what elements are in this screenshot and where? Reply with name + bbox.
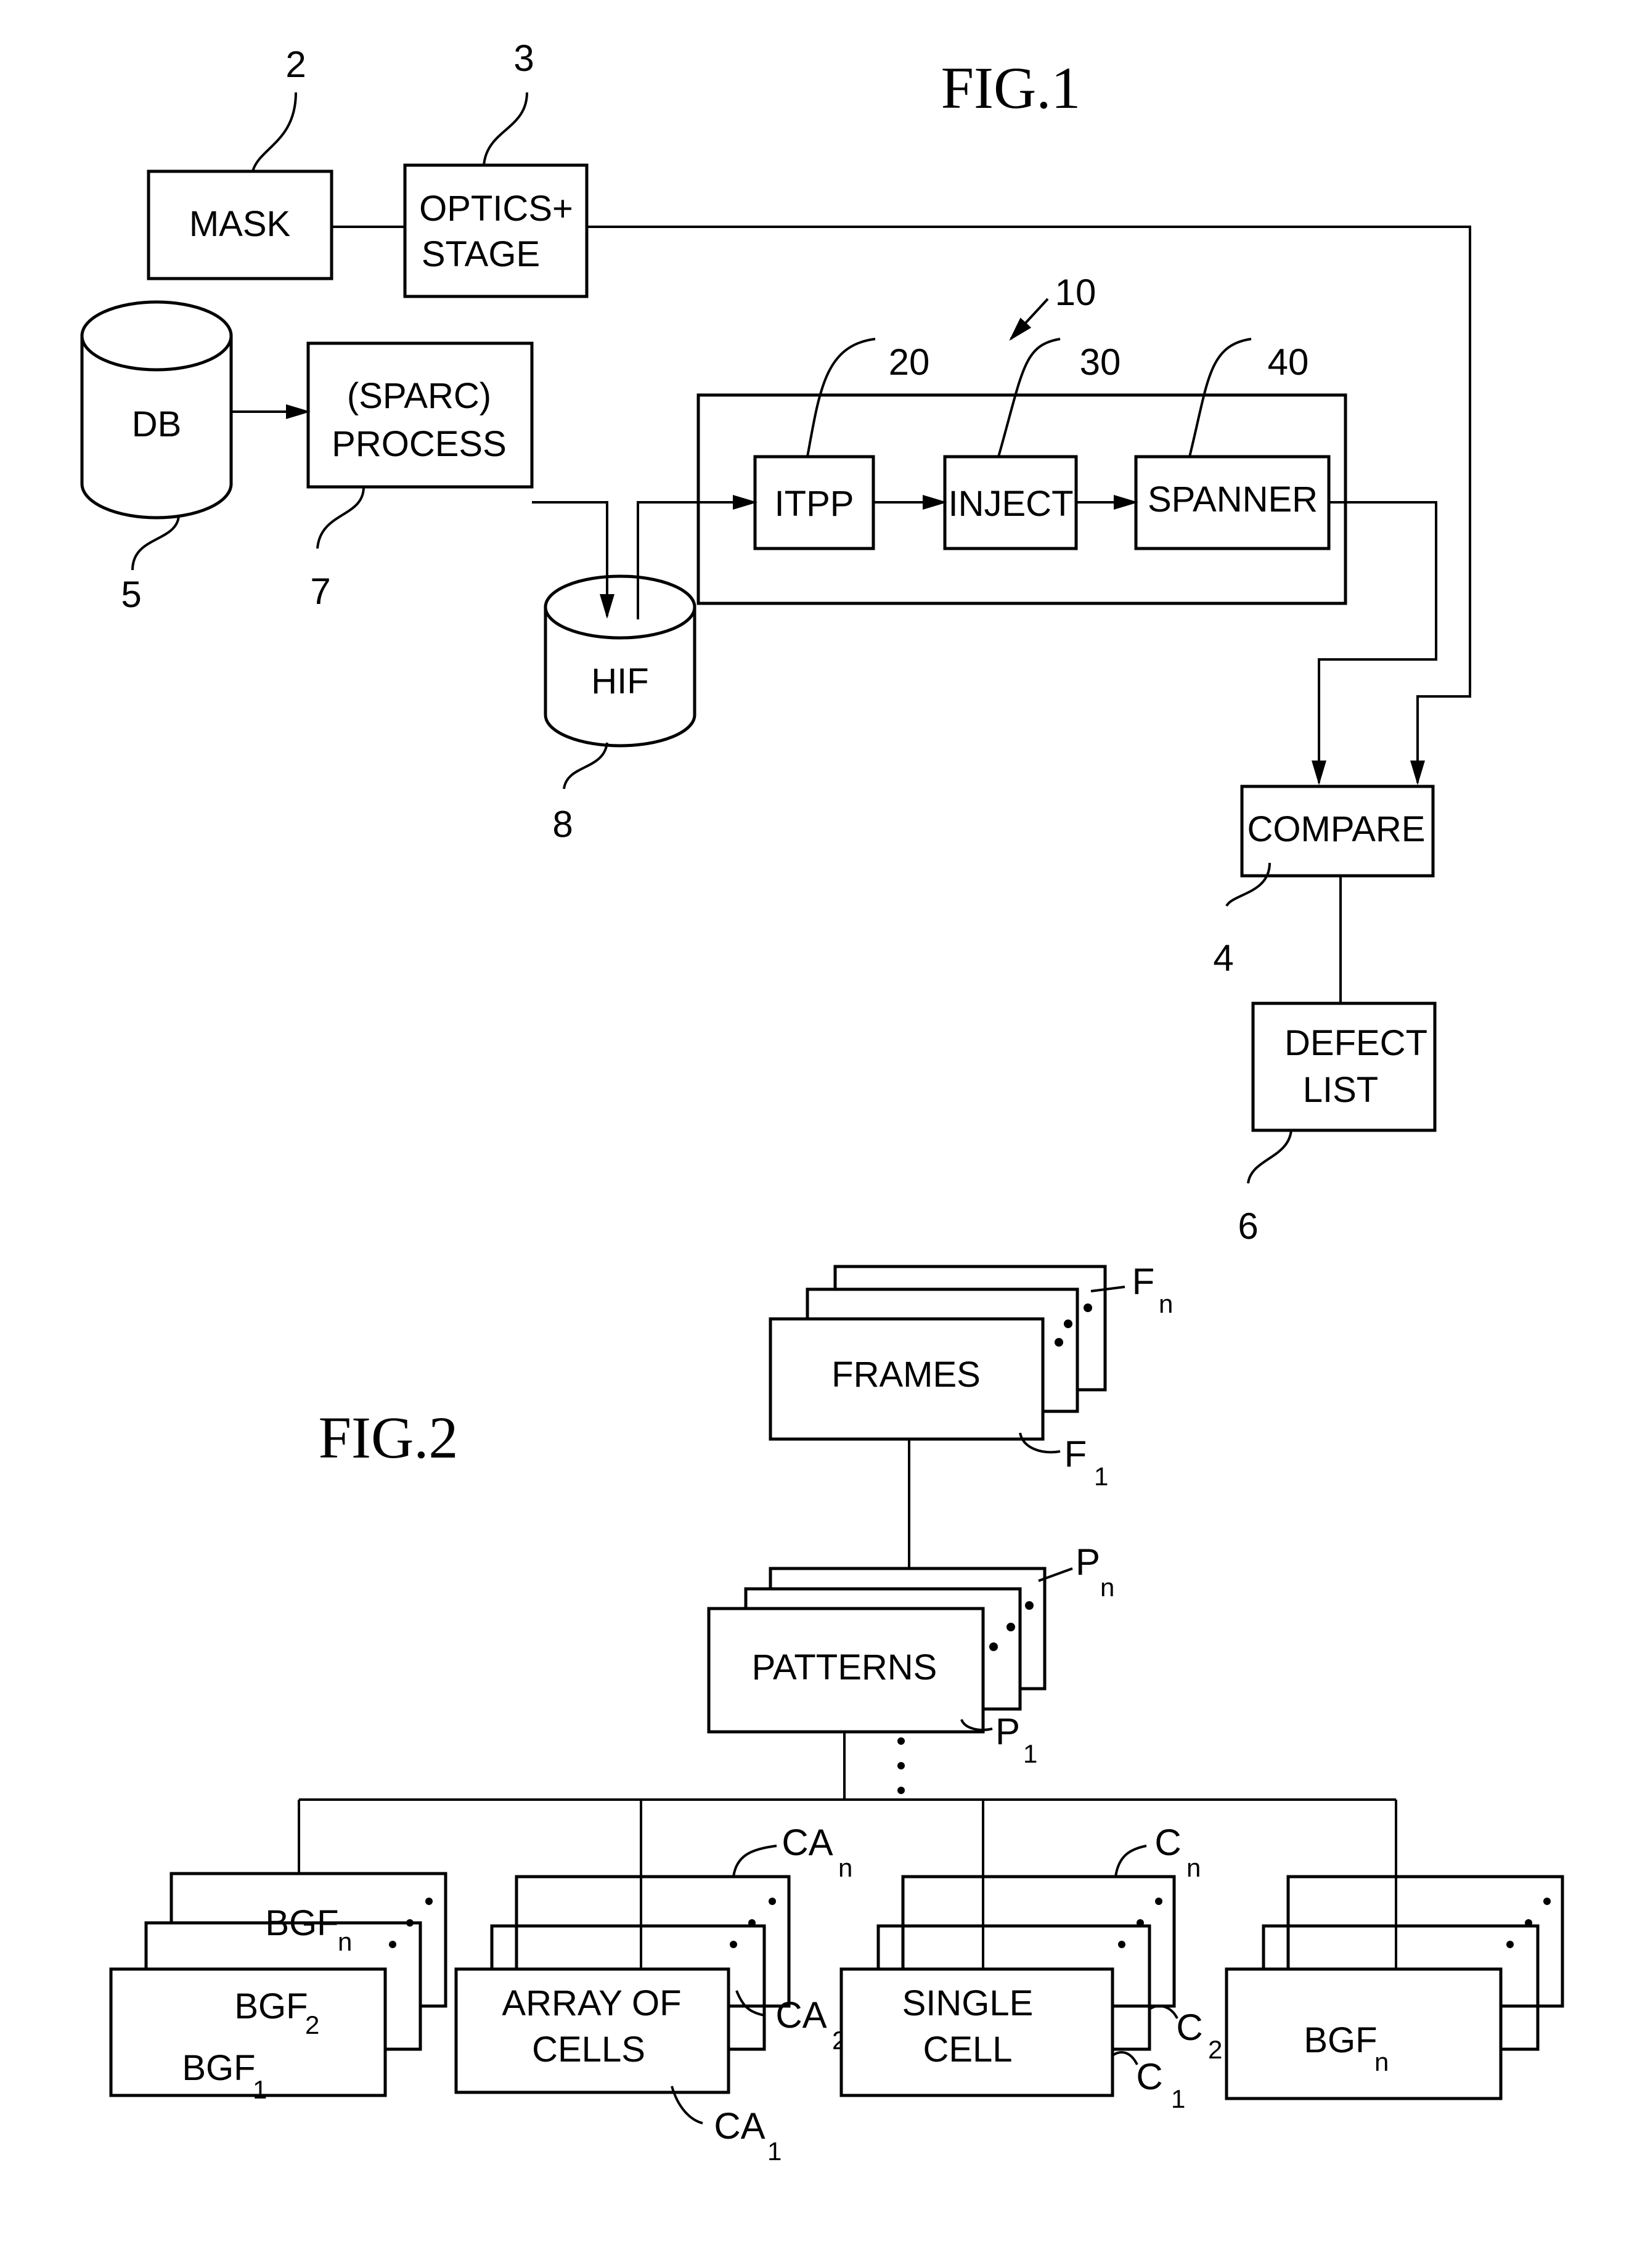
ref-c2-sub: 2 bbox=[1208, 2035, 1222, 2064]
leader-10 bbox=[1009, 298, 1049, 341]
sparc-label-line2: PROCESS bbox=[332, 424, 507, 464]
inject-block: INJECT bbox=[943, 455, 1078, 550]
leader-5 bbox=[131, 516, 180, 571]
bgf-last-sub: n bbox=[1374, 2047, 1389, 2076]
ref-f1-sub: 1 bbox=[1094, 1462, 1108, 1491]
leader-6 bbox=[1247, 1130, 1292, 1184]
ref-ca1-sub: 1 bbox=[767, 2137, 782, 2166]
bgf-2-sub: 2 bbox=[305, 2010, 319, 2039]
ref-fn: F bbox=[1132, 1261, 1155, 1302]
bgf-1-label: BGF bbox=[182, 2048, 255, 2088]
fig2-title: FIG.2 bbox=[319, 1405, 459, 1471]
leader-can bbox=[732, 1845, 777, 1877]
leader-c1 bbox=[1111, 2051, 1138, 2065]
ref-c1-sub: 1 bbox=[1171, 2084, 1185, 2113]
leader-7 bbox=[316, 486, 365, 549]
frames-label: FRAMES bbox=[831, 1355, 981, 1395]
bgf-stack: BGF n BGF 2 BGF 1 bbox=[109, 1800, 447, 2104]
patterns-label: PATTERNS bbox=[752, 1647, 937, 1687]
ref-6: 6 bbox=[1238, 1205, 1258, 1247]
leader-c2 bbox=[1148, 2005, 1178, 2019]
db-label: DB bbox=[132, 404, 182, 444]
frames-stack: FRAMES bbox=[769, 1265, 1107, 1441]
ref-p1-sub: 1 bbox=[1023, 1739, 1037, 1768]
ref-4: 4 bbox=[1213, 937, 1233, 979]
ref-2: 2 bbox=[285, 44, 306, 85]
defect-label-line1: DEFECT bbox=[1284, 1023, 1427, 1063]
single-label-line2: CELL bbox=[923, 2029, 1012, 2070]
ref-pn: P bbox=[1076, 1541, 1100, 1583]
fig1-title: FIG.1 bbox=[941, 55, 1081, 121]
bgf-n-stack: BGF n bbox=[1225, 1800, 1564, 2100]
ref-can-sub: n bbox=[838, 1853, 852, 1882]
bgf-2-label: BGF bbox=[234, 1986, 308, 2026]
sparc-label-line1: (SPARC) bbox=[347, 376, 491, 416]
patterns-stack: PATTERNS bbox=[707, 1567, 1047, 1734]
optics-stage-block: OPTICS+ STAGE bbox=[403, 163, 589, 298]
hif-cylinder: HIF bbox=[544, 574, 696, 748]
array-label-line1: ARRAY OF bbox=[502, 1983, 681, 2023]
compare-label: COMPARE bbox=[1247, 809, 1426, 849]
ref-ca2: CA bbox=[775, 1994, 827, 2036]
defect-label-line2: LIST bbox=[1303, 1070, 1379, 1110]
ref-3: 3 bbox=[513, 38, 534, 79]
mask-label: MASK bbox=[189, 204, 291, 244]
itpp-block: ITPP bbox=[753, 455, 875, 550]
ref-can: CA bbox=[782, 1822, 833, 1863]
sparc-process-block: (SPARC) PROCESS bbox=[306, 341, 534, 489]
leader-2 bbox=[251, 92, 297, 172]
bgf-n-label: BGF bbox=[265, 1903, 338, 1943]
patent-drawing: FIG.1 MASK 2 OPTICS+ STAGE 3 10 DB 5 (SP… bbox=[80, 38, 1564, 2166]
ref-20: 20 bbox=[889, 341, 930, 383]
spanner-block: SPANNER bbox=[1134, 455, 1331, 550]
defect-list-block: DEFECT LIST bbox=[1251, 1001, 1437, 1132]
ref-cn: C bbox=[1154, 1822, 1181, 1863]
leader-cn bbox=[1114, 1845, 1147, 1877]
bgf-n-sub: n bbox=[338, 1927, 352, 1956]
ref-pn-sub: n bbox=[1100, 1573, 1114, 1602]
ref-8: 8 bbox=[552, 804, 573, 845]
ref-10: 10 bbox=[1055, 272, 1096, 313]
single-label-line1: SINGLE bbox=[902, 1983, 1034, 2023]
array-of-cells-stack: ARRAY OF CELLS bbox=[454, 1800, 791, 2094]
itpp-label: ITPP bbox=[775, 484, 854, 524]
bgf-last-label: BGF bbox=[1304, 2020, 1377, 2060]
ref-f1: F bbox=[1064, 1434, 1087, 1475]
hif-label: HIF bbox=[591, 661, 648, 701]
spanner-label: SPANNER bbox=[1148, 479, 1318, 520]
ref-5: 5 bbox=[121, 574, 141, 615]
leader-3 bbox=[483, 92, 528, 166]
bgf-1-sub: 1 bbox=[253, 2075, 267, 2104]
ref-p1: P bbox=[995, 1711, 1020, 1752]
ref-40: 40 bbox=[1268, 341, 1309, 383]
mask-block: MASK bbox=[147, 169, 333, 280]
ref-7: 7 bbox=[310, 571, 330, 612]
ref-fn-sub: n bbox=[1159, 1289, 1173, 1318]
optics-label-line1: OPTICS+ bbox=[419, 189, 573, 229]
array-label-line2: CELLS bbox=[532, 2029, 645, 2070]
ref-30: 30 bbox=[1080, 341, 1121, 383]
inject-label: INJECT bbox=[949, 484, 1074, 524]
db-cylinder: DB bbox=[80, 300, 233, 520]
ref-cn-sub: n bbox=[1186, 1853, 1201, 1882]
compare-block: COMPARE bbox=[1240, 785, 1435, 878]
ref-c2: C bbox=[1176, 2007, 1202, 2048]
ref-c1: C bbox=[1136, 2056, 1162, 2097]
ref-ca1: CA bbox=[714, 2105, 765, 2147]
optics-label-line2: STAGE bbox=[422, 234, 540, 274]
single-cell-stack: SINGLE CELL bbox=[839, 1800, 1176, 2097]
leader-8 bbox=[563, 742, 608, 789]
